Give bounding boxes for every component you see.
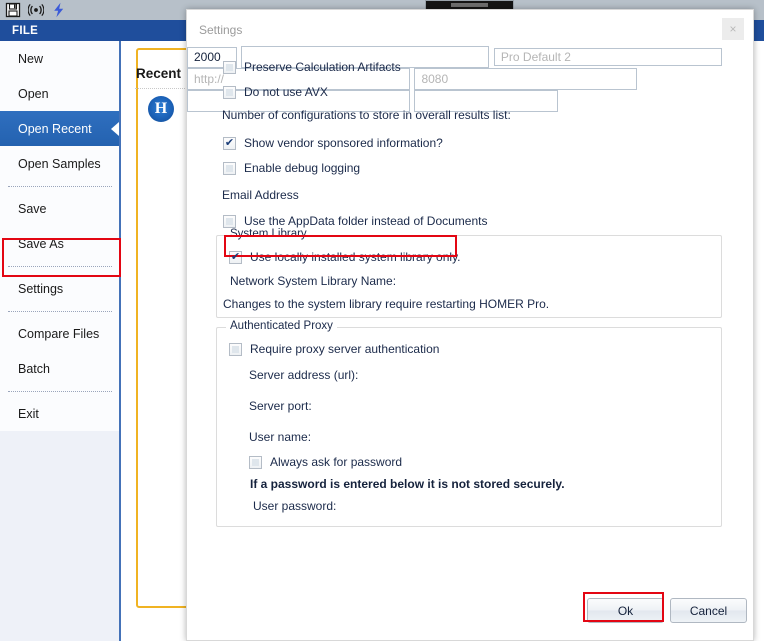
group-title: System Library — [226, 228, 311, 240]
menu-separator — [0, 181, 119, 191]
password-warning: If a password is entered below it is not… — [250, 477, 565, 491]
menu-separator — [0, 306, 119, 316]
menu-item-label: Exit — [18, 406, 39, 421]
checkbox-box[interactable] — [223, 60, 236, 74]
menu-item-settings[interactable]: Settings — [0, 271, 119, 306]
homer-logo: H — [148, 96, 174, 122]
field-server-address: Server address (url): — [249, 368, 358, 382]
field-user-password: User password: — [253, 499, 336, 513]
checkbox-always-ask-for-password[interactable]: Always ask for password — [249, 455, 402, 469]
checkbox-label: Require proxy server authentication — [250, 342, 440, 356]
checkbox-box[interactable] — [229, 250, 242, 264]
field-user-name: User name: — [249, 430, 311, 444]
field-label: User password: — [253, 499, 337, 513]
screen: FILE Recent H New Open Open Recent Open … — [0, 0, 764, 641]
wireless-icon[interactable] — [28, 2, 44, 18]
ok-button[interactable]: Ok — [587, 598, 664, 623]
checkbox-box[interactable] — [249, 455, 262, 469]
field-email-address: Email Address — [222, 188, 299, 202]
menu-item-label: Batch — [18, 361, 50, 376]
menu-item-label: Save — [18, 201, 47, 216]
checkbox-do-not-use-avx[interactable]: Do not use AVX — [223, 85, 328, 99]
field-network-system-library-name: Network System Library Name: — [230, 274, 396, 288]
checkbox-label: Preserve Calculation Artifacts — [244, 60, 401, 74]
menu-item-batch[interactable]: Batch — [0, 351, 119, 386]
settings-form: Preserve Calculation Artifacts Do not us… — [187, 46, 753, 606]
checkbox-box[interactable] — [223, 161, 236, 175]
checkbox-show-vendor-sponsored-information[interactable]: Show vendor sponsored information? — [223, 136, 443, 150]
dialog-title: Settings — [199, 23, 243, 37]
field-label: Email Address — [222, 188, 299, 202]
field-label: Server port: — [249, 399, 312, 413]
menu-filler — [0, 431, 119, 641]
recent-title: Recent — [136, 66, 182, 81]
close-icon[interactable]: × — [722, 18, 744, 40]
checkbox-label: Show vendor sponsored information? — [244, 136, 443, 150]
checkbox-box[interactable] — [223, 214, 236, 228]
menu-item-save[interactable]: Save — [0, 191, 119, 226]
menu-item-label: New — [18, 51, 44, 66]
checkbox-label: Use the AppData folder instead of Docume… — [244, 214, 488, 228]
checkbox-label: Do not use AVX — [244, 85, 328, 99]
checkbox-label: Use locally installed system library onl… — [250, 250, 461, 264]
menu-item-label: Open Samples — [18, 156, 101, 171]
cancel-button[interactable]: Cancel — [670, 598, 747, 623]
field-label: Network System Library Name: — [230, 274, 397, 288]
menu-item-exit[interactable]: Exit — [0, 396, 119, 431]
menu-item-label: Open — [18, 86, 49, 101]
menu-item-new[interactable]: New — [0, 41, 119, 76]
menu-item-label: Open Recent — [18, 121, 92, 136]
save-icon[interactable] — [5, 2, 21, 18]
menu-item-label: Save As — [18, 236, 64, 251]
file-backstage-menu: New Open Open Recent Open Samples Save S… — [0, 41, 121, 641]
checkbox-use-locally-installed-system-library[interactable]: Use locally installed system library onl… — [229, 250, 461, 264]
system-library-note: Changes to the system library require re… — [223, 297, 549, 311]
checkbox-use-appdata-folder[interactable]: Use the AppData folder instead of Docume… — [223, 214, 487, 228]
menu-item-label: Compare Files — [18, 326, 100, 341]
menu-separator — [0, 261, 119, 271]
checkbox-preserve-calculation-artifacts[interactable]: Preserve Calculation Artifacts — [223, 60, 401, 74]
note-text: Changes to the system library require re… — [223, 297, 550, 311]
field-number-of-configurations: Number of configurations to store in ove… — [222, 108, 511, 122]
menu-item-compare-files[interactable]: Compare Files — [0, 316, 119, 351]
menu-item-open[interactable]: Open — [0, 76, 119, 111]
warning-text: If a password is entered below it is not… — [250, 477, 565, 491]
checkbox-box[interactable] — [223, 136, 236, 150]
checkbox-label: Always ask for password — [270, 455, 403, 469]
menu-item-save-as[interactable]: Save As — [0, 226, 119, 261]
menu-item-open-samples[interactable]: Open Samples — [0, 146, 119, 181]
server-port-input[interactable] — [414, 68, 638, 90]
group-authenticated-proxy: Authenticated Proxy — [216, 320, 722, 527]
field-label: Number of configurations to store in ove… — [222, 108, 511, 122]
checkbox-box[interactable] — [229, 342, 242, 356]
lightning-icon[interactable] — [51, 2, 67, 18]
tab-file[interactable]: FILE — [0, 20, 121, 41]
menu-item-label: Settings — [18, 281, 64, 296]
group-title: Authenticated Proxy — [226, 320, 337, 332]
menu-item-open-recent[interactable]: Open Recent — [0, 111, 119, 146]
menu-separator — [0, 386, 119, 396]
checkbox-box[interactable] — [223, 85, 236, 99]
checkbox-enable-debug-logging[interactable]: Enable debug logging — [223, 161, 360, 175]
network-system-library-name-input[interactable] — [493, 48, 722, 66]
settings-dialog: Settings × Preserve Calculation Artifact… — [186, 9, 754, 641]
checkbox-label: Enable debug logging — [244, 161, 361, 175]
field-label: Server address (url): — [249, 368, 359, 382]
field-label: User name: — [249, 430, 312, 444]
checkbox-require-proxy-server-authentication[interactable]: Require proxy server authentication — [229, 342, 439, 356]
field-server-port: Server port: — [249, 399, 312, 413]
